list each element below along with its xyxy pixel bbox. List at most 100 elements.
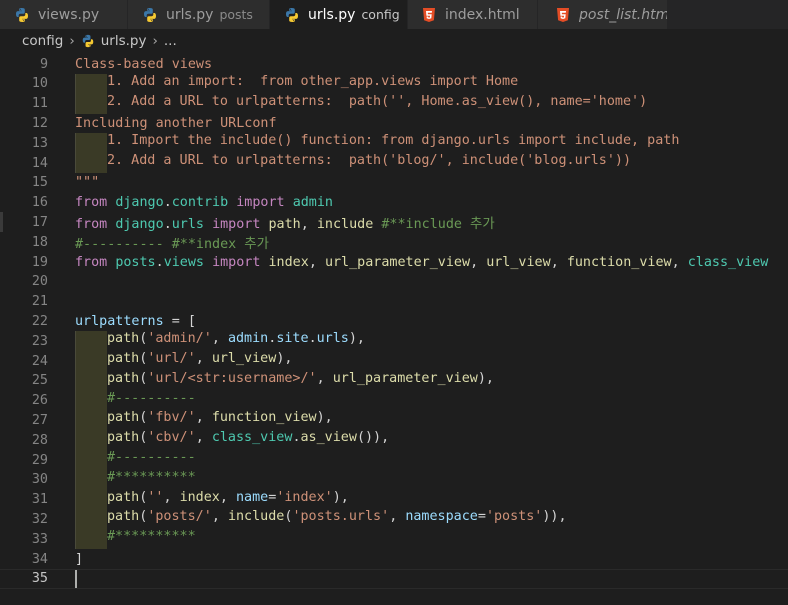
code-text: 1. Add an import: from other_app.views i… [75,73,518,94]
code-line[interactable]: 31 path('', index, name='index'), [0,489,788,510]
code-token: urlpatterns [75,313,164,329]
code-text: ] [75,552,83,567]
line-number: 28 [31,432,48,448]
code-token: contrib [171,195,229,211]
line-number: 29 [31,452,48,468]
code-token: function_view [566,254,672,270]
breadcrumb-file[interactable]: urls.py [101,33,147,49]
code-line[interactable]: 26 #---------- [0,390,788,411]
code-line[interactable]: 13 1. Import the include() function: from… [0,133,788,154]
indent-guide [75,509,107,530]
code-token: #**include 추가 [381,217,495,233]
code-line[interactable]: 22 urlpatterns = [ [0,311,788,331]
code-token: url_view [211,351,277,366]
code-token: #---------- [107,390,196,406]
code-token: path [107,509,140,525]
code-editor[interactable]: 9 Class-based views 10 1. Add an import: fr… [0,52,788,605]
code-line[interactable]: 17 from django.urls import path, include … [0,212,788,233]
code-line[interactable]: 25 path('url/<str:username>/', url_parame… [0,370,788,391]
code-token: 'fbv/' [147,410,196,426]
code-token: , [211,509,228,525]
code-token: #---------- [107,450,196,465]
code-line[interactable]: 11 2. Add a URL to urlpatterns: path('', … [0,93,788,114]
indent-guide [75,390,107,411]
code-line[interactable]: 33 #********** [0,529,788,550]
code-line[interactable]: 24 path('url/', url_view), [0,351,788,371]
code-token: , [219,489,236,505]
code-token: . [308,331,317,347]
line-number: 32 [31,511,48,527]
python-file-icon [144,7,156,22]
code-token: path [268,217,301,233]
code-token: = [477,509,486,525]
line-number: 9 [39,56,48,72]
code-token: , [300,217,317,233]
code-token: class_view [211,430,293,446]
code-token: , [308,254,325,270]
code-line[interactable]: 23 path('admin/', admin.site.urls), [0,331,788,352]
code-line[interactable]: 10 1. Add an import: from other_app.views… [0,73,788,94]
code-line[interactable]: 14 2. Add a URL to urlpatterns: path('blo… [0,153,788,173]
code-token: ] [75,551,84,567]
tab-views-py[interactable]: views.py [0,0,128,29]
code-line[interactable]: 20 [0,272,788,292]
breadcrumb: config › urls.py › ... [0,29,788,52]
code-token: , [195,351,212,366]
line-number: 22 [31,313,48,329]
code-token: , [470,254,487,270]
indent-guide [75,153,107,173]
code-text: path('url/', url_view), [75,351,292,371]
line-number: 25 [31,373,48,389]
line-number: 20 [31,274,48,290]
code-token: 'posts.urls' [292,509,390,525]
code-line[interactable]: 18 #---------- #**index 추가 [0,232,788,253]
code-line[interactable]: 21 [0,292,788,312]
code-token: 'url/' [147,351,196,366]
code-text: from posts.views import index, url_param… [75,255,768,270]
code-line[interactable]: 9 Class-based views [0,54,788,74]
indent-guide [75,450,107,470]
code-token: url_parameter_view [324,254,471,270]
code-token: path [107,370,140,386]
line-number: 33 [31,531,48,547]
code-line[interactable]: 19 from posts.views import index, url_par… [0,252,788,272]
code-token: namespace [405,509,478,525]
code-line[interactable]: 12 Including another URLconf [0,113,788,133]
code-token: function_view [211,410,317,426]
code-token: admin [227,331,269,347]
line-number: 17 [31,214,48,230]
line-number: 13 [31,135,48,151]
code-text: 1. Import the include() function: from d… [75,133,679,154]
indent-guide [75,73,107,94]
code-line[interactable]: 16 from django.contrib import admin [0,193,788,213]
code-line[interactable]: 32 path('posts/', include('posts.urls', n… [0,509,788,530]
code-token: = [ [163,313,196,329]
tab-post-list-html[interactable]: post_list.html [538,0,668,29]
code-text: """ [75,175,99,190]
breadcrumb-folder[interactable]: config [22,33,63,49]
tab-index-html[interactable]: index.html [408,0,538,29]
code-line[interactable]: 15 """ [0,173,788,193]
tab-urls-py-config[interactable]: urls.py config ✕ [270,0,408,29]
tab-urls-py-posts[interactable]: urls.py posts [128,0,270,29]
code-token: index [179,489,220,505]
breadcrumb-symbol[interactable]: ... [164,33,177,49]
code-token: ), [332,489,349,505]
code-token: name [236,489,269,505]
code-line[interactable]: 35 [0,569,788,589]
chevron-right-icon: › [69,32,75,49]
line-number: 30 [31,472,48,488]
code-token: Class-based views [75,56,213,72]
code-line[interactable]: 27 path('fbv/', function_view), [0,410,788,431]
code-line[interactable]: 34] [0,549,788,569]
indent-guide [75,93,107,114]
code-line[interactable]: 30 #********** [0,469,788,490]
code-token: ), [477,370,494,386]
code-line[interactable]: 28 path('cbv/', class_view.as_view()), [0,430,788,451]
code-token: #---------- #**index 추가 [75,237,269,253]
code-text: #---------- #**index 추가 [75,232,269,252]
code-line[interactable]: 29 #---------- [0,450,788,470]
code-token: site [276,331,309,347]
